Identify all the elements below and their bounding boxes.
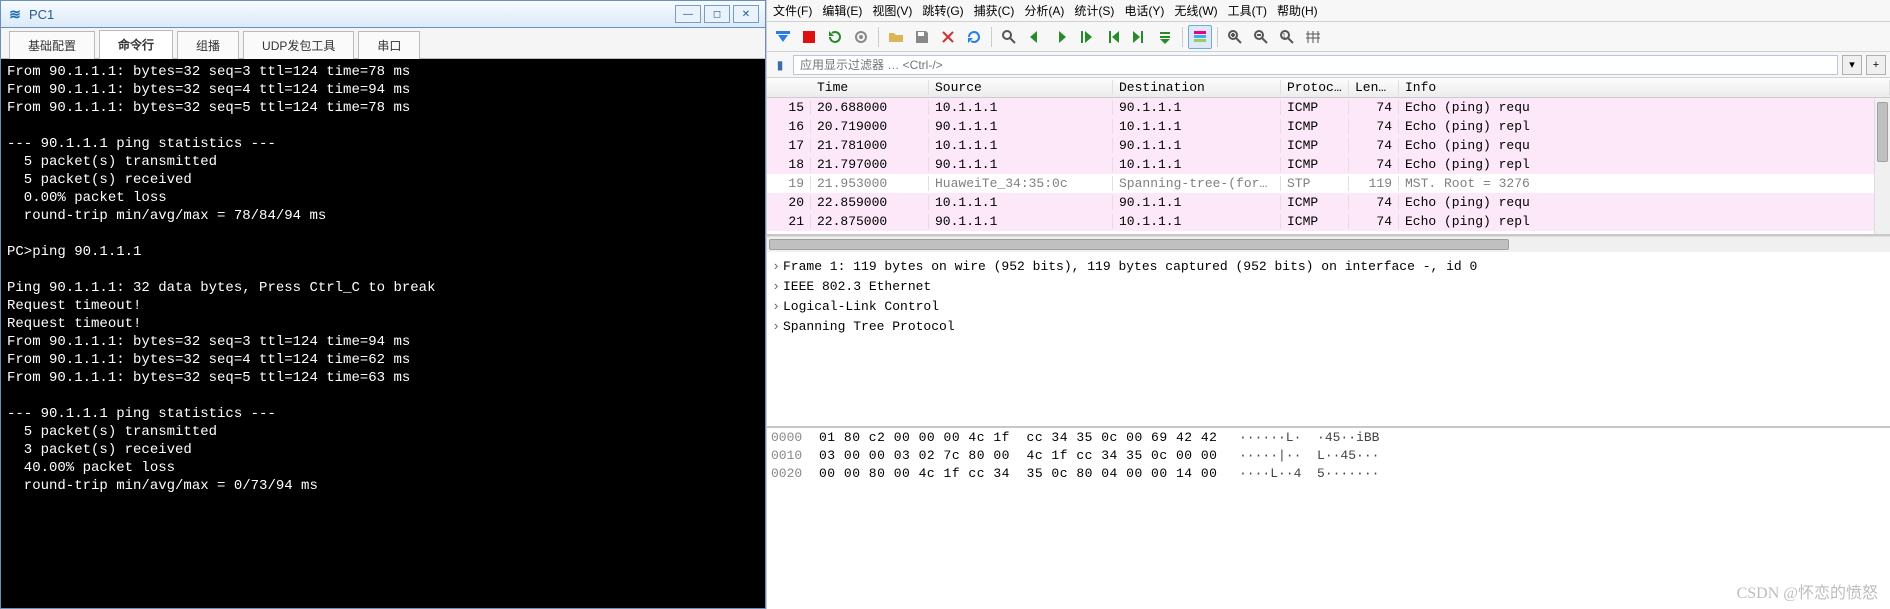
menu-item[interactable]: 文件(F) <box>773 2 812 19</box>
auto-scroll-icon[interactable] <box>1153 25 1177 49</box>
hex-row[interactable]: 000001 80 c2 00 00 00 4c 1f cc 34 35 0c … <box>771 430 1886 448</box>
packet-row[interactable]: 1620.71900090.1.1.110.1.1.1ICMP74Echo (p… <box>767 117 1890 136</box>
filter-dropdown-button[interactable]: ▾ <box>1842 55 1862 75</box>
zoom-reset-icon[interactable]: 1 <box>1275 25 1299 49</box>
menubar: 文件(F) 编辑(E) 视图(V) 跳转(G) 捕获(C) 分析(A) 统计(S) 电话(Y)… <box>767 0 1890 22</box>
packet-row[interactable]: 1520.68800010.1.1.190.1.1.1ICMP74Echo (p… <box>767 98 1890 117</box>
menu-item[interactable]: 视图(V) <box>872 2 912 19</box>
packet-row[interactable]: 2122.87500090.1.1.110.1.1.1ICMP74Echo (p… <box>767 212 1890 231</box>
tab-0[interactable]: 基础配置 <box>9 31 95 59</box>
vertical-scrollbar[interactable] <box>1874 98 1890 234</box>
expand-icon[interactable]: › <box>769 299 783 314</box>
resize-columns-icon[interactable] <box>1301 25 1325 49</box>
window-title: PC1 <box>29 7 54 22</box>
detail-line[interactable]: ›Logical-Link Control <box>769 296 1888 316</box>
restart-capture-icon[interactable] <box>823 25 847 49</box>
packet-row[interactable]: 1821.79700090.1.1.110.1.1.1ICMP74Echo (p… <box>767 155 1890 174</box>
menu-item[interactable]: 电话(Y) <box>1124 2 1164 19</box>
menu-item[interactable]: 无线(W) <box>1174 2 1217 19</box>
expand-icon[interactable]: › <box>769 259 783 274</box>
tab-3[interactable]: UDP发包工具 <box>243 31 354 59</box>
horizontal-scrollbar[interactable] <box>767 236 1890 252</box>
stop-capture-icon[interactable] <box>797 25 821 49</box>
open-file-icon[interactable] <box>884 25 908 49</box>
go-first-icon[interactable] <box>1101 25 1125 49</box>
capture-options-icon[interactable] <box>849 25 873 49</box>
terminal[interactable]: From 90.1.1.1: bytes=32 seq=3 ttl=124 ti… <box>0 58 766 609</box>
packet-list-header: Time Source Destination Protocol Length … <box>767 78 1890 98</box>
tabbar: 基础配置命令行组播UDP发包工具串口 <box>0 28 766 58</box>
display-filter-input[interactable] <box>793 55 1838 75</box>
start-capture-icon[interactable] <box>771 25 795 49</box>
tab-1[interactable]: 命令行 <box>99 30 173 59</box>
packet-row[interactable]: 1921.953000HuaweiTe_34:35:0cSpanning-tre… <box>767 174 1890 193</box>
filter-bar: ▮ ▾ + <box>767 52 1890 78</box>
menu-item[interactable]: 帮助(H) <box>1277 2 1318 19</box>
close-button[interactable]: ✕ <box>733 5 759 23</box>
tab-2[interactable]: 组播 <box>177 31 239 59</box>
menu-item[interactable]: 工具(T) <box>1228 2 1267 19</box>
app-icon: ≋ <box>7 6 23 22</box>
go-back-icon[interactable] <box>1023 25 1047 49</box>
find-icon[interactable] <box>997 25 1021 49</box>
maximize-button[interactable]: ◻ <box>704 5 730 23</box>
expand-icon[interactable]: › <box>769 279 783 294</box>
detail-line[interactable]: ›Frame 1: 119 bytes on wire (952 bits), … <box>769 256 1888 276</box>
go-last-icon[interactable] <box>1127 25 1151 49</box>
minimize-button[interactable]: — <box>675 5 701 23</box>
detail-line[interactable]: ›Spanning Tree Protocol <box>769 316 1888 336</box>
menu-item[interactable]: 统计(S) <box>1074 2 1114 19</box>
packet-details[interactable]: ›Frame 1: 119 bytes on wire (952 bits), … <box>767 252 1890 428</box>
expand-icon[interactable]: › <box>769 319 783 334</box>
filter-add-button[interactable]: + <box>1866 55 1886 75</box>
menu-item[interactable]: 跳转(G) <box>922 2 963 19</box>
tab-4[interactable]: 串口 <box>358 31 420 59</box>
menu-item[interactable]: 编辑(E) <box>822 2 862 19</box>
packet-row[interactable]: 1721.78100010.1.1.190.1.1.1ICMP74Echo (p… <box>767 136 1890 155</box>
packet-row[interactable]: 2022.85900010.1.1.190.1.1.1ICMP74Echo (p… <box>767 193 1890 212</box>
close-file-icon[interactable] <box>936 25 960 49</box>
hex-row[interactable]: 001003 00 00 03 02 7c 80 00 4c 1f cc 34 … <box>771 448 1886 466</box>
zoom-in-icon[interactable] <box>1223 25 1247 49</box>
zoom-out-icon[interactable] <box>1249 25 1273 49</box>
save-file-icon[interactable] <box>910 25 934 49</box>
menu-item[interactable]: 捕获(C) <box>974 2 1015 19</box>
watermark: CSDN @怀恋的愤怒 <box>1737 579 1878 603</box>
colorize-icon[interactable] <box>1188 25 1212 49</box>
jump-packet-icon[interactable] <box>1075 25 1099 49</box>
packet-bytes[interactable]: 000001 80 c2 00 00 00 4c 1f cc 34 35 0c … <box>767 428 1890 609</box>
detail-line[interactable]: ›IEEE 802.3 Ethernet <box>769 276 1888 296</box>
bookmark-icon[interactable]: ▮ <box>771 56 789 74</box>
packet-list[interactable]: Time Source Destination Protocol Length … <box>767 78 1890 236</box>
svg-text:1: 1 <box>1282 33 1286 40</box>
hex-row[interactable]: 002000 00 80 00 4c 1f cc 34 35 0c 80 04 … <box>771 466 1886 484</box>
titlebar: ≋ PC1 — ◻ ✕ <box>0 0 766 28</box>
toolbar: 1 <box>767 22 1890 52</box>
menu-item[interactable]: 分析(A) <box>1024 2 1064 19</box>
reload-icon[interactable] <box>962 25 986 49</box>
go-forward-icon[interactable] <box>1049 25 1073 49</box>
